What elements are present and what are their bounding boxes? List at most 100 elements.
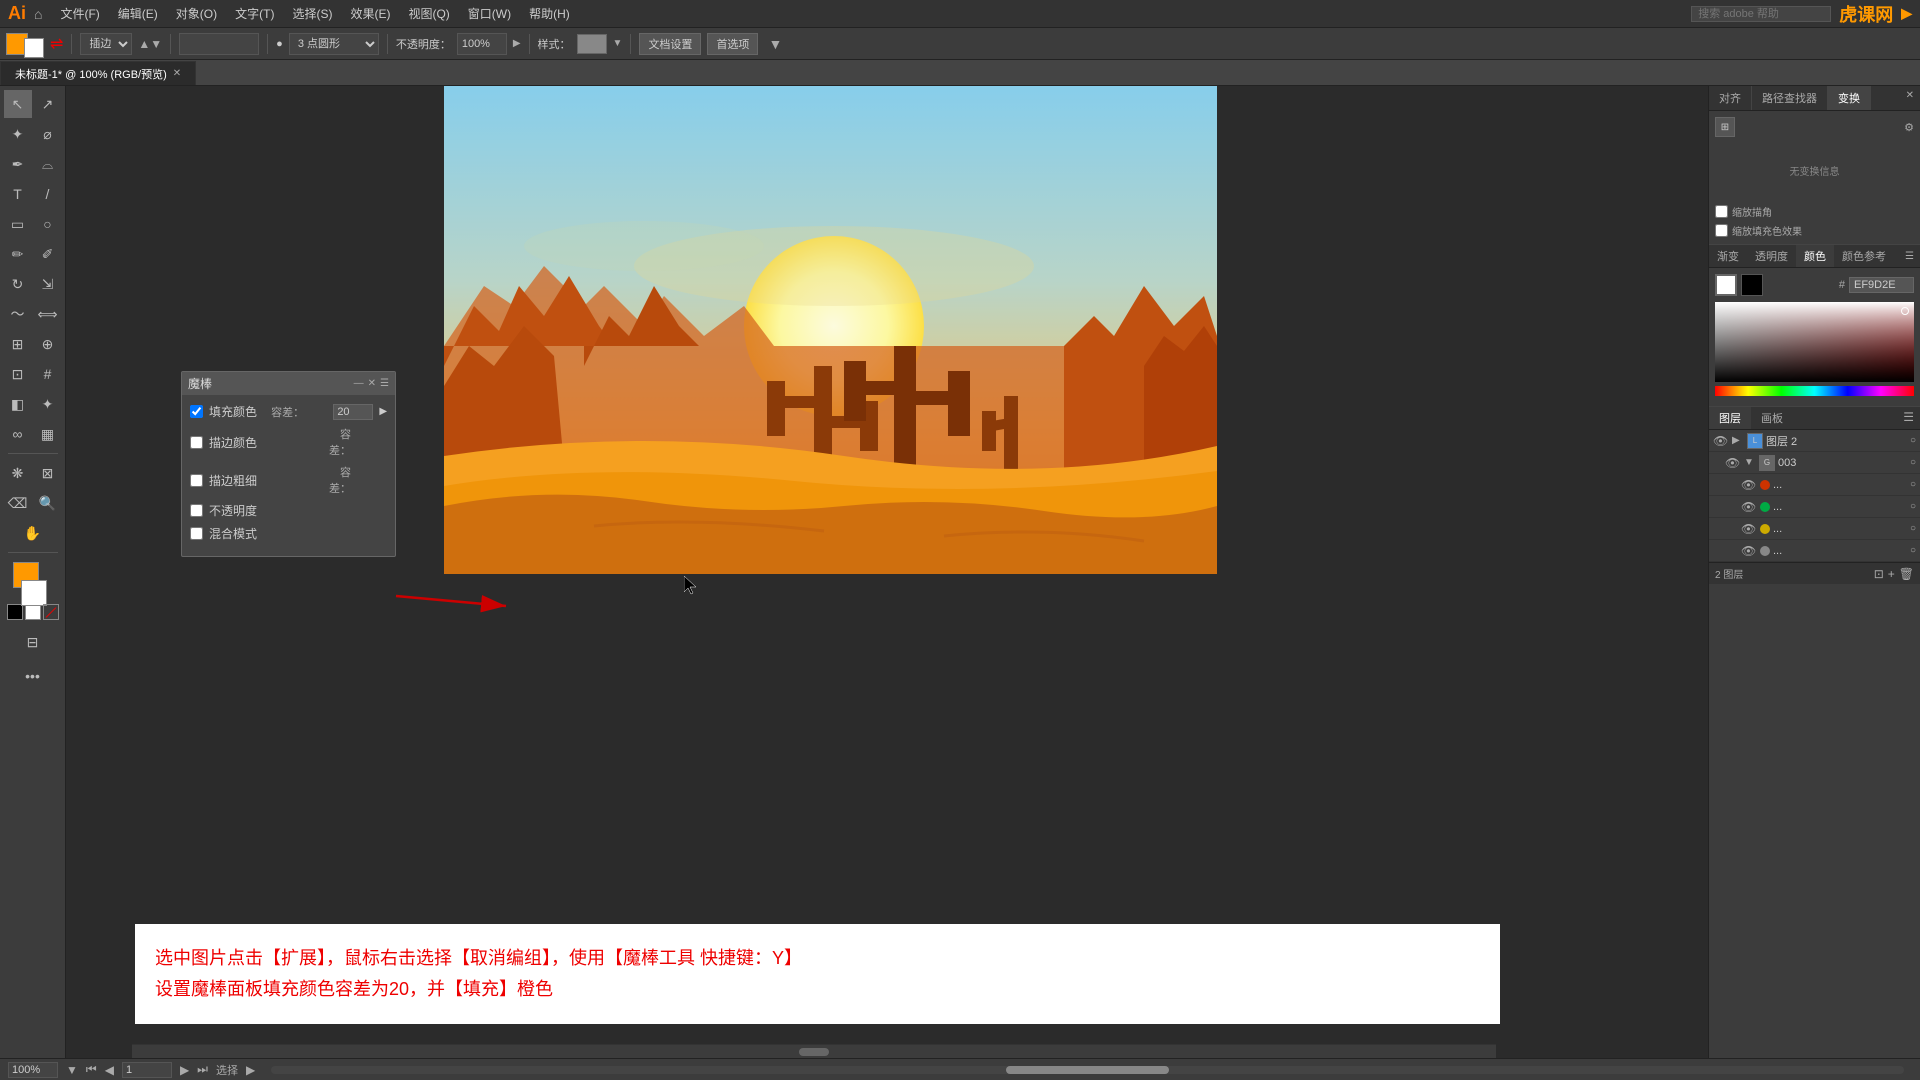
tab-main[interactable]: 未标题-1* @ 100% (RGB/预览) ✕ (0, 61, 196, 85)
home-icon[interactable]: ⌂ (34, 6, 42, 22)
background-swatch[interactable] (21, 580, 47, 606)
no-color-swatch[interactable] (43, 604, 59, 620)
rotate-tool[interactable]: ↻ (4, 270, 32, 298)
layer-eye-4[interactable]: 👁 (1741, 522, 1757, 536)
layer-lock-0[interactable]: ○ (1910, 435, 1916, 446)
tab-color[interactable]: 颜色 (1796, 245, 1834, 267)
bottom-scrollbar[interactable] (132, 1044, 1496, 1058)
menu-effect[interactable]: 效果(E) (342, 3, 398, 24)
stroke-select[interactable]: 插边 (80, 33, 132, 55)
magic-panel-menu[interactable]: ☰ (380, 378, 389, 389)
shape-builder-tool[interactable]: ⊕ (34, 330, 62, 358)
layer-row-3[interactable]: 👁 ... ○ (1709, 496, 1920, 518)
layer-expand-0[interactable]: ▶ (1732, 435, 1744, 446)
opacity-input[interactable] (457, 33, 507, 55)
slice-tool[interactable]: ⊠ (34, 459, 62, 487)
lasso-tool[interactable]: ⌀ (34, 120, 62, 148)
menu-object[interactable]: 对象(O) (168, 3, 225, 24)
layer-eye-2[interactable]: 👁 (1741, 478, 1757, 492)
layer-lock-3[interactable]: ○ (1910, 501, 1916, 512)
ellipse-tool[interactable]: ○ (34, 210, 62, 238)
zoom-arrow-down[interactable]: ▼ (66, 1063, 78, 1077)
line-tool[interactable]: / (34, 180, 62, 208)
transform-settings-icon[interactable]: ⚙ (1904, 121, 1914, 134)
tab-swatches[interactable]: 渐变 (1709, 245, 1747, 267)
layer-lock-1[interactable]: ○ (1910, 457, 1916, 468)
layer-row-4[interactable]: 👁 ... ○ (1709, 518, 1920, 540)
black-bg-swatch[interactable] (1741, 274, 1763, 296)
magic-wand-tool[interactable]: ✦ (4, 120, 32, 148)
scale-tool[interactable]: ⇲ (34, 270, 62, 298)
layer-eye-5[interactable]: 👁 (1741, 544, 1757, 558)
width-tool[interactable]: ⟺ (34, 300, 62, 328)
page-input[interactable] (122, 1062, 172, 1078)
layer-eye-1[interactable]: 👁 (1725, 456, 1741, 470)
layer-row-5[interactable]: 👁 ... ○ (1709, 540, 1920, 562)
hand-tool[interactable]: ✋ (19, 519, 47, 547)
stroke-swatch[interactable] (24, 38, 44, 58)
nav-prev[interactable]: ◀ (105, 1063, 114, 1077)
color-hue-bar[interactable] (1715, 386, 1914, 396)
align-grid-icon[interactable]: ⊞ (1715, 117, 1735, 137)
magic-panel-minimize[interactable]: — (354, 378, 364, 389)
preferences-arrow[interactable]: ▼ (768, 36, 782, 52)
layer-lock-5[interactable]: ○ (1910, 545, 1916, 556)
menu-file[interactable]: 文件(F) (52, 3, 107, 24)
align-to-pixel-checkbox[interactable] (1715, 205, 1728, 218)
tab-color-ref[interactable]: 颜色参考 (1834, 245, 1894, 267)
symbol-tool[interactable]: ❋ (4, 459, 32, 487)
selection-tool[interactable]: ↖ (4, 90, 32, 118)
magic-panel-close[interactable]: ✕ (368, 378, 376, 389)
opacity-checkbox[interactable] (190, 504, 203, 517)
layer-row-1[interactable]: 👁 ▼ G 003 ○ (1709, 452, 1920, 474)
color-spectrum[interactable] (1715, 302, 1914, 382)
zoom-input[interactable] (8, 1062, 58, 1078)
color-panel-menu[interactable]: ☰ (1899, 248, 1920, 265)
white-swatch-small[interactable] (25, 604, 41, 620)
stroke-color-checkbox[interactable] (190, 436, 203, 449)
swap-colors-icon[interactable]: ⇌ (50, 34, 63, 54)
brush-tool[interactable]: ✏ (4, 240, 32, 268)
new-layer-from-selection-icon[interactable]: ⊡ (1874, 567, 1884, 581)
magic-panel-titlebar[interactable]: 魔棒 — ✕ ☰ (182, 372, 395, 395)
hex-input[interactable] (1849, 277, 1914, 293)
blend-mode-checkbox[interactable] (190, 527, 203, 540)
tab-transparency[interactable]: 透明度 (1747, 245, 1796, 267)
curvature-tool[interactable]: ⌓ (34, 150, 62, 178)
tab-align[interactable]: 对齐 (1709, 86, 1752, 110)
menu-select[interactable]: 选择(S) (284, 3, 340, 24)
menu-text[interactable]: 文字(T) (227, 3, 282, 24)
warp-tool[interactable]: 〜 (4, 300, 32, 328)
layer-eye-3[interactable]: 👁 (1741, 500, 1757, 514)
pencil-tool[interactable]: ✐ (34, 240, 62, 268)
layers-panel-menu[interactable]: ☰ (1897, 407, 1920, 429)
eraser-tool[interactable]: ⌫ (4, 489, 32, 517)
stroke-width-checkbox[interactable] (190, 474, 203, 487)
nav-first[interactable]: ⏮ (86, 1062, 97, 1077)
scale-strokes-checkbox[interactable] (1715, 224, 1728, 237)
tolerance-arrow-1[interactable]: ▶ (379, 406, 387, 417)
pen-tool[interactable]: ✒ (4, 150, 32, 178)
tab-pathfinder[interactable]: 路径查找器 (1752, 86, 1828, 110)
layer-row-2[interactable]: 👁 ... ○ (1709, 474, 1920, 496)
text-tool[interactable]: T (4, 180, 32, 208)
mesh-tool[interactable]: # (34, 360, 62, 388)
rect-tool[interactable]: ▭ (4, 210, 32, 238)
panel-close-icon[interactable]: ✕ (1900, 86, 1920, 110)
search-input[interactable] (1691, 6, 1831, 22)
chart-tool[interactable]: ▦ (34, 420, 62, 448)
nav-next[interactable]: ▶ (180, 1063, 189, 1077)
menu-help[interactable]: 帮助(H) (521, 3, 578, 24)
nav-last[interactable]: ⏭ (197, 1062, 208, 1077)
stroke-value-input[interactable] (179, 33, 259, 55)
fill-color-checkbox[interactable] (190, 405, 203, 418)
tab-close-icon[interactable]: ✕ (173, 68, 181, 79)
more-tools-btn[interactable]: ••• (19, 662, 47, 690)
tab-layers[interactable]: 图层 (1709, 407, 1751, 429)
perspective-tool[interactable]: ⊡ (4, 360, 32, 388)
menu-window[interactable]: 窗口(W) (460, 3, 519, 24)
scroll-thumb[interactable] (799, 1048, 829, 1056)
tab-transform[interactable]: 变换 (1828, 86, 1871, 110)
artboard-tool[interactable]: ⊟ (19, 628, 47, 656)
menu-view[interactable]: 视图(Q) (400, 3, 457, 24)
